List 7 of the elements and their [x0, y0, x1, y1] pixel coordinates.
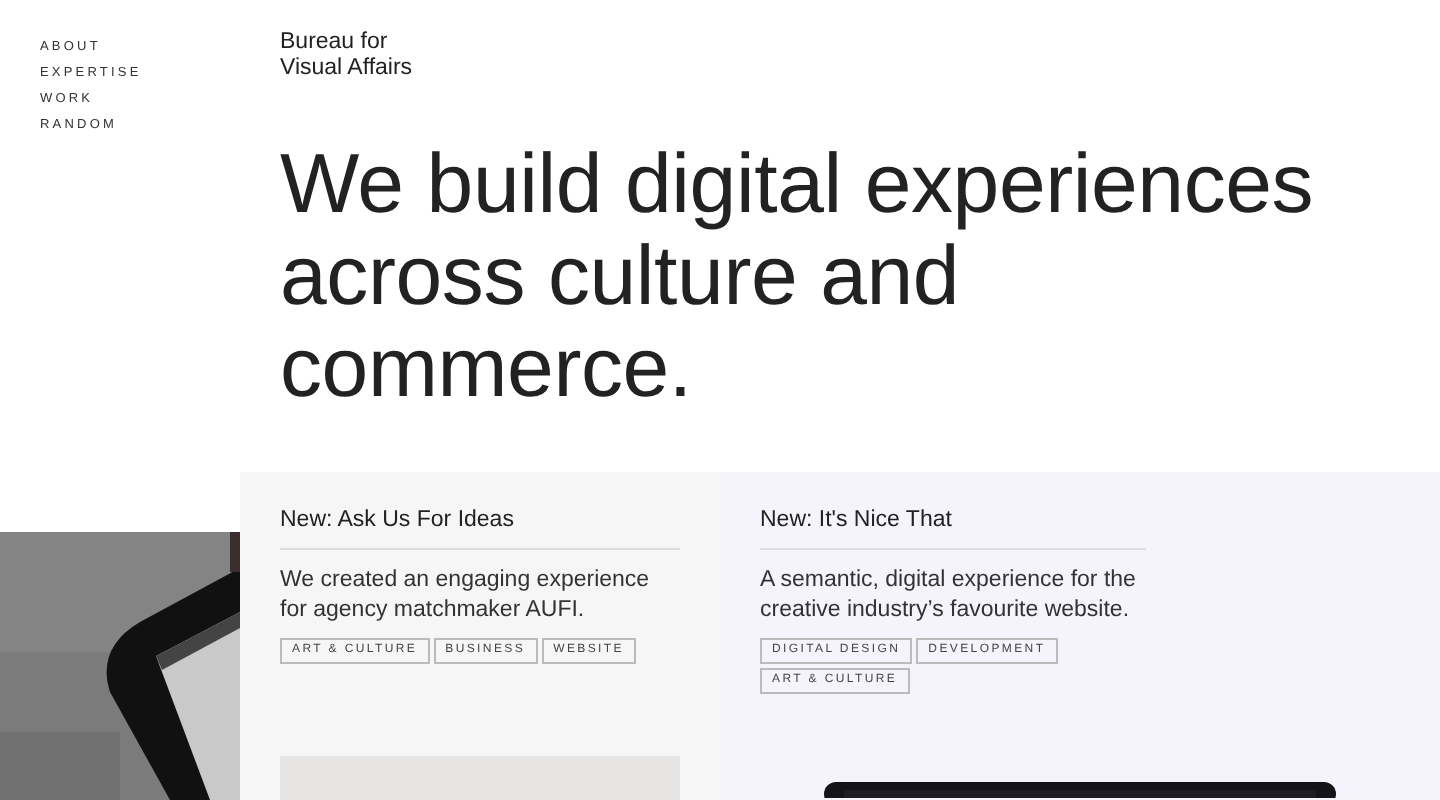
headline: We build digital experiences across culture and commerce.	[280, 138, 1316, 414]
brand-name[interactable]: Bureau for	[280, 30, 388, 56]
card-description: We created an engaging experience for agency matchmaker AUFI.	[280, 566, 652, 626]
card-title[interactable]: New: Ask Us For Ideas	[280, 506, 680, 550]
card-description: A semantic, digital experience for the creative industry’s favourite website.	[760, 566, 1138, 626]
brand-name[interactable]: Visual Affairs	[280, 56, 413, 82]
card-title[interactable]: New: It's Nice That	[760, 506, 1146, 550]
